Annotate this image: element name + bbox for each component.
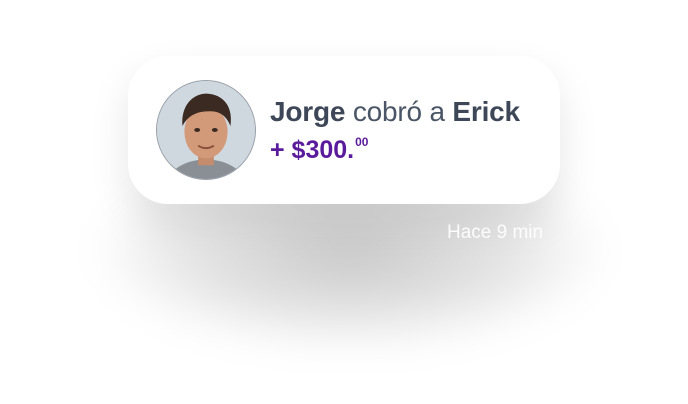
- action-text: cobró a: [345, 96, 453, 127]
- amount-cents: 00: [355, 135, 369, 149]
- amount: + $300.00: [270, 135, 369, 165]
- notification-message: Jorge cobró a Erick: [270, 96, 520, 128]
- avatar-photo-icon: [157, 81, 255, 179]
- timestamp: Hace 9 min: [447, 222, 544, 243]
- recipient-name: Erick: [452, 96, 520, 127]
- payment-notification-card[interactable]: Jorge cobró a Erick + $300.00: [128, 56, 560, 204]
- sender-name: Jorge: [270, 96, 346, 127]
- amount-main: + $300.: [270, 136, 355, 164]
- user-avatar: [156, 80, 256, 180]
